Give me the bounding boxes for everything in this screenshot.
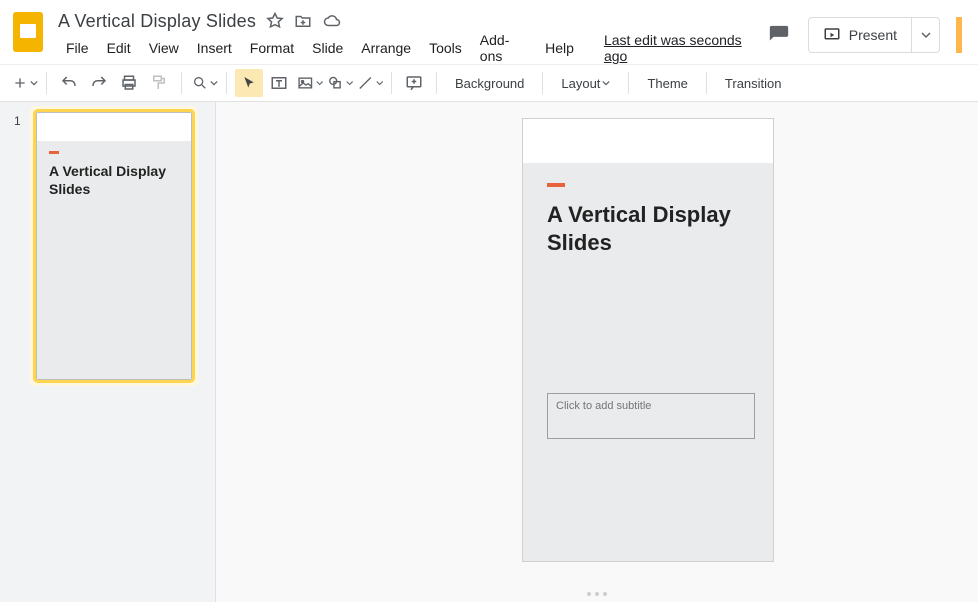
move-icon[interactable] xyxy=(294,12,312,30)
textbox-tool[interactable] xyxy=(265,69,293,97)
slide-number: 1 xyxy=(14,112,30,380)
slides-logo[interactable] xyxy=(8,6,48,58)
present-button-group: Present xyxy=(808,17,940,53)
thumbnail-title: A Vertical Display Slides xyxy=(49,162,179,198)
present-button[interactable]: Present xyxy=(809,18,911,52)
drag-handle-icon[interactable] xyxy=(587,592,607,596)
transition-button[interactable]: Transition xyxy=(715,69,792,97)
slide-thumbnail[interactable]: A Vertical Display Slides xyxy=(36,112,192,380)
shape-tool[interactable] xyxy=(325,69,353,97)
redo-button[interactable] xyxy=(85,69,113,97)
select-tool[interactable] xyxy=(235,69,263,97)
menu-file[interactable]: File xyxy=(58,36,97,60)
accent-bar xyxy=(49,151,59,154)
comment-tool[interactable] xyxy=(400,69,428,97)
new-slide-button[interactable] xyxy=(10,69,38,97)
paint-format-button[interactable] xyxy=(145,69,173,97)
menu-help[interactable]: Help xyxy=(537,36,582,60)
menu-view[interactable]: View xyxy=(141,36,187,60)
slide[interactable]: A Vertical Display Slides Click to add s… xyxy=(522,118,774,562)
image-tool[interactable] xyxy=(295,69,323,97)
theme-button[interactable]: Theme xyxy=(637,69,697,97)
present-dropdown[interactable] xyxy=(911,18,939,52)
account-avatar[interactable] xyxy=(956,17,962,53)
toolbar: Background Layout Theme Transition xyxy=(0,64,978,102)
menu-addons[interactable]: Add-ons xyxy=(472,28,535,68)
document-title[interactable]: A Vertical Display Slides xyxy=(58,11,256,32)
last-edit-link[interactable]: Last edit was seconds ago xyxy=(596,28,762,68)
filmstrip[interactable]: 1 A Vertical Display Slides xyxy=(0,102,216,602)
background-button[interactable]: Background xyxy=(445,69,534,97)
menu-tools[interactable]: Tools xyxy=(421,36,470,60)
menu-edit[interactable]: Edit xyxy=(99,36,139,60)
zoom-button[interactable] xyxy=(190,69,218,97)
menu-arrange[interactable]: Arrange xyxy=(353,36,419,60)
star-icon[interactable] xyxy=(266,12,284,30)
line-tool[interactable] xyxy=(355,69,383,97)
slide-title[interactable]: A Vertical Display Slides xyxy=(547,201,749,256)
undo-button[interactable] xyxy=(55,69,83,97)
layout-button[interactable]: Layout xyxy=(551,69,620,97)
layout-label: Layout xyxy=(561,76,600,91)
present-label: Present xyxy=(849,27,897,43)
subtitle-placeholder[interactable]: Click to add subtitle xyxy=(547,393,755,439)
menu-format[interactable]: Format xyxy=(242,36,302,60)
menu-slide[interactable]: Slide xyxy=(304,36,351,60)
cloud-status-icon[interactable] xyxy=(322,12,342,30)
print-button[interactable] xyxy=(115,69,143,97)
menu-bar: File Edit View Insert Format Slide Arran… xyxy=(58,35,762,61)
accent-bar xyxy=(547,183,565,187)
slide-canvas[interactable]: A Vertical Display Slides Click to add s… xyxy=(216,102,978,602)
menu-insert[interactable]: Insert xyxy=(189,36,240,60)
comments-button[interactable] xyxy=(762,18,796,52)
